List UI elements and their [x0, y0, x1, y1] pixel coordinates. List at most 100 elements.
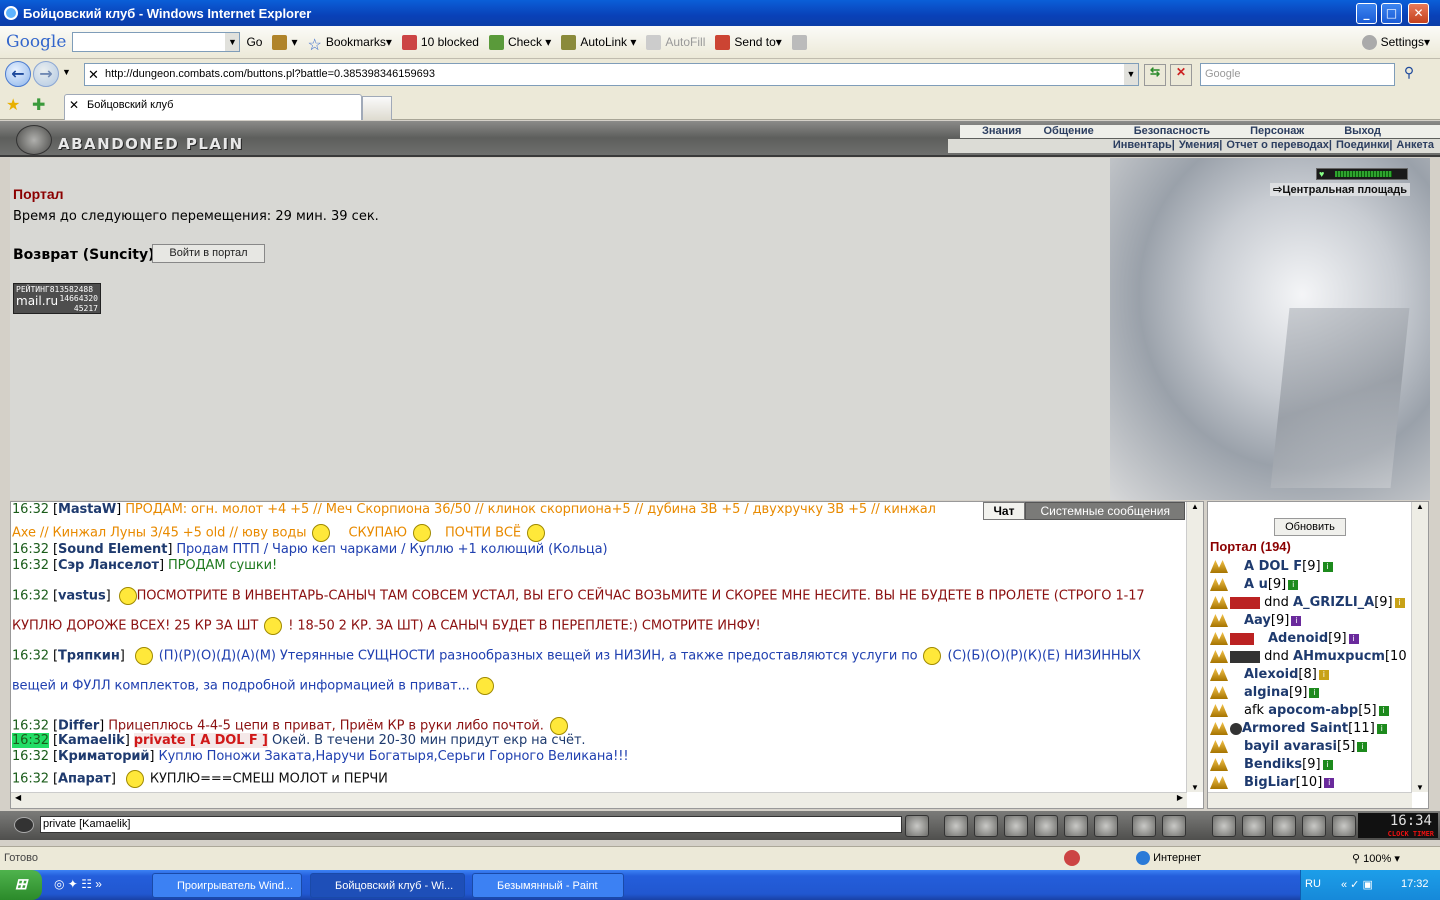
bookmarks-button[interactable]: ☆ Bookmarks ▾: [307, 35, 391, 54]
info-icon[interactable]: i: [1394, 597, 1405, 608]
autofill-button[interactable]: AutoFill: [646, 34, 705, 50]
user-name[interactable]: bayil avarasi: [1244, 739, 1337, 754]
user-name[interactable]: BigLiar: [1244, 775, 1296, 790]
user-row[interactable]: Bendiks[9] i: [1210, 757, 1333, 772]
spellcheck-button[interactable]: Check ▾: [488, 34, 551, 50]
private-tag[interactable]: private [ A DOL F ]: [133, 733, 268, 748]
chat-nick[interactable]: Kamaelik: [58, 733, 125, 748]
menu-character[interactable]: Персонаж: [1250, 125, 1304, 138]
user-row[interactable]: dnd AHmuxpucm[10: [1210, 649, 1407, 664]
info-icon[interactable]: i: [1348, 633, 1359, 644]
popup-blocked-icon[interactable]: [1064, 850, 1080, 866]
scroll-left-icon[interactable]: ◀: [15, 793, 21, 802]
user-name[interactable]: Alexoid: [1244, 667, 1298, 682]
inventory-bag-icon[interactable]: [1212, 815, 1236, 837]
user-row[interactable]: A u[9] i: [1210, 577, 1299, 592]
search-icon[interactable]: ⚲: [1398, 64, 1420, 86]
users-vertical-scrollbar[interactable]: ▲ ▼: [1411, 502, 1428, 792]
info-icon[interactable]: i: [1288, 579, 1299, 590]
user-row[interactable]: A DOL F[9] i: [1210, 559, 1333, 574]
user-row[interactable]: Adenoid[9] i: [1210, 631, 1359, 646]
back-button[interactable]: ←: [5, 61, 31, 87]
user-name[interactable]: AHmuxpucm: [1293, 649, 1385, 664]
user-name[interactable]: algina: [1244, 685, 1289, 700]
chat-nick[interactable]: vastus: [58, 589, 106, 604]
user-name[interactable]: apocom-abp: [1268, 703, 1358, 718]
menu-skills[interactable]: Умения: [1179, 139, 1219, 153]
filter-icon[interactable]: [974, 815, 998, 837]
central-square-link[interactable]: ⇨Центральная площадь: [1270, 183, 1410, 196]
save-icon[interactable]: [1004, 815, 1028, 837]
task-media-player[interactable]: Проигрыватель Wind...: [152, 873, 302, 898]
fighter-icon[interactable]: [1034, 815, 1058, 837]
chat-input[interactable]: private [Kamaelik]: [40, 816, 902, 833]
chat-nick[interactable]: Апарат: [58, 772, 111, 787]
maximize-button[interactable]: □: [1381, 3, 1402, 24]
pencil-icon[interactable]: [791, 34, 811, 50]
chat-mode-icon[interactable]: [14, 817, 34, 833]
info-icon[interactable]: i: [1322, 759, 1333, 770]
user-row[interactable]: Aay[9] i: [1210, 613, 1302, 628]
mask-icon[interactable]: [1272, 815, 1296, 837]
user-name[interactable]: Bendiks: [1244, 757, 1302, 772]
stop-icon[interactable]: ✕: [1170, 64, 1192, 86]
user-name[interactable]: Armored Saint: [1242, 721, 1348, 736]
info-icon[interactable]: i: [1318, 669, 1329, 680]
info-icon[interactable]: i: [1309, 687, 1320, 698]
google-search-input[interactable]: ▼: [72, 32, 241, 52]
chat-nick[interactable]: Sound Element: [58, 542, 167, 557]
history-dropdown[interactable]: ▼: [62, 67, 71, 77]
menu-communication[interactable]: Общение: [1043, 125, 1093, 138]
chat-nick[interactable]: Сэр Ланселот: [58, 558, 159, 573]
translit-icon[interactable]: [1064, 815, 1088, 837]
menu-knowledge[interactable]: Знания: [982, 125, 1021, 138]
scroll-down-icon[interactable]: ▼: [1187, 783, 1203, 792]
tray-icons[interactable]: « ✓ ▣: [1341, 878, 1373, 891]
scroll-right-icon[interactable]: ▶: [1177, 793, 1183, 802]
refresh-icon[interactable]: ⇆: [1144, 64, 1166, 86]
menu-transfers[interactable]: Отчет о переводах: [1226, 139, 1329, 153]
task-paint[interactable]: Безымянный - Paint: [472, 873, 624, 898]
scroll-up-icon[interactable]: ▲: [1412, 502, 1428, 511]
ie-search-input[interactable]: Google: [1200, 63, 1395, 86]
tab-system-messages[interactable]: Системные сообщения: [1025, 502, 1185, 520]
user-name[interactable]: Aay: [1244, 613, 1271, 628]
menu-security[interactable]: Безопасность: [1134, 125, 1210, 138]
user-row[interactable]: Alexoid[8] i: [1210, 667, 1329, 682]
menu-inventory[interactable]: Инвентарь: [1113, 139, 1172, 153]
refresh-button[interactable]: Обновить: [1274, 518, 1346, 536]
mailru-counter[interactable]: РЕЙТИНГ813582488 mail.ru 14664320 45217: [13, 283, 101, 314]
chat-settings-icon[interactable]: [1162, 815, 1186, 837]
sendto-button[interactable]: Send to ▾: [715, 34, 782, 50]
start-button[interactable]: ⊞: [0, 870, 42, 900]
new-tab-button[interactable]: [362, 96, 392, 120]
language-indicator[interactable]: RU: [1305, 878, 1321, 890]
user-name[interactable]: Adenoid: [1268, 631, 1328, 646]
go-button[interactable]: Go: [246, 35, 262, 49]
tab-combats[interactable]: ✕ Бойцовский клуб: [64, 94, 362, 120]
chat-nick[interactable]: MastaW: [58, 502, 116, 517]
favorites-star-icon[interactable]: ★: [6, 95, 20, 115]
close-button[interactable]: ✕: [1408, 3, 1429, 24]
scroll-icon[interactable]: [1242, 815, 1266, 837]
info-icon[interactable]: i: [1322, 561, 1333, 572]
user-row[interactable]: bayil avarasi[5] i: [1210, 739, 1368, 754]
chevron-down-icon[interactable]: ▼: [225, 33, 240, 51]
enter-portal-button[interactable]: Войти в портал: [152, 244, 265, 263]
scroll-up-icon[interactable]: ▲: [1187, 502, 1203, 511]
address-dropdown-icon[interactable]: ▼: [1124, 64, 1138, 85]
user-row[interactable]: Armored Saint[11] i: [1210, 721, 1387, 736]
chat-nick[interactable]: Тряпкин: [58, 649, 120, 664]
smiles-icon[interactable]: [1132, 815, 1156, 837]
menu-exit[interactable]: Выход: [1344, 125, 1381, 138]
scroll-down-icon[interactable]: ▼: [1412, 783, 1428, 792]
chat-horizontal-scrollbar[interactable]: ◀ ▶: [11, 792, 1187, 808]
info-icon[interactable]: i: [1376, 723, 1387, 734]
forward-button[interactable]: →: [33, 61, 59, 87]
chat-nick[interactable]: Differ: [58, 719, 99, 734]
minimize-button[interactable]: _: [1356, 3, 1377, 24]
user-name[interactable]: A u: [1244, 577, 1268, 592]
info-icon[interactable]: i: [1378, 705, 1389, 716]
user-row[interactable]: algina[9] i: [1210, 685, 1320, 700]
puzzle-icon[interactable]: ▾: [272, 34, 297, 50]
